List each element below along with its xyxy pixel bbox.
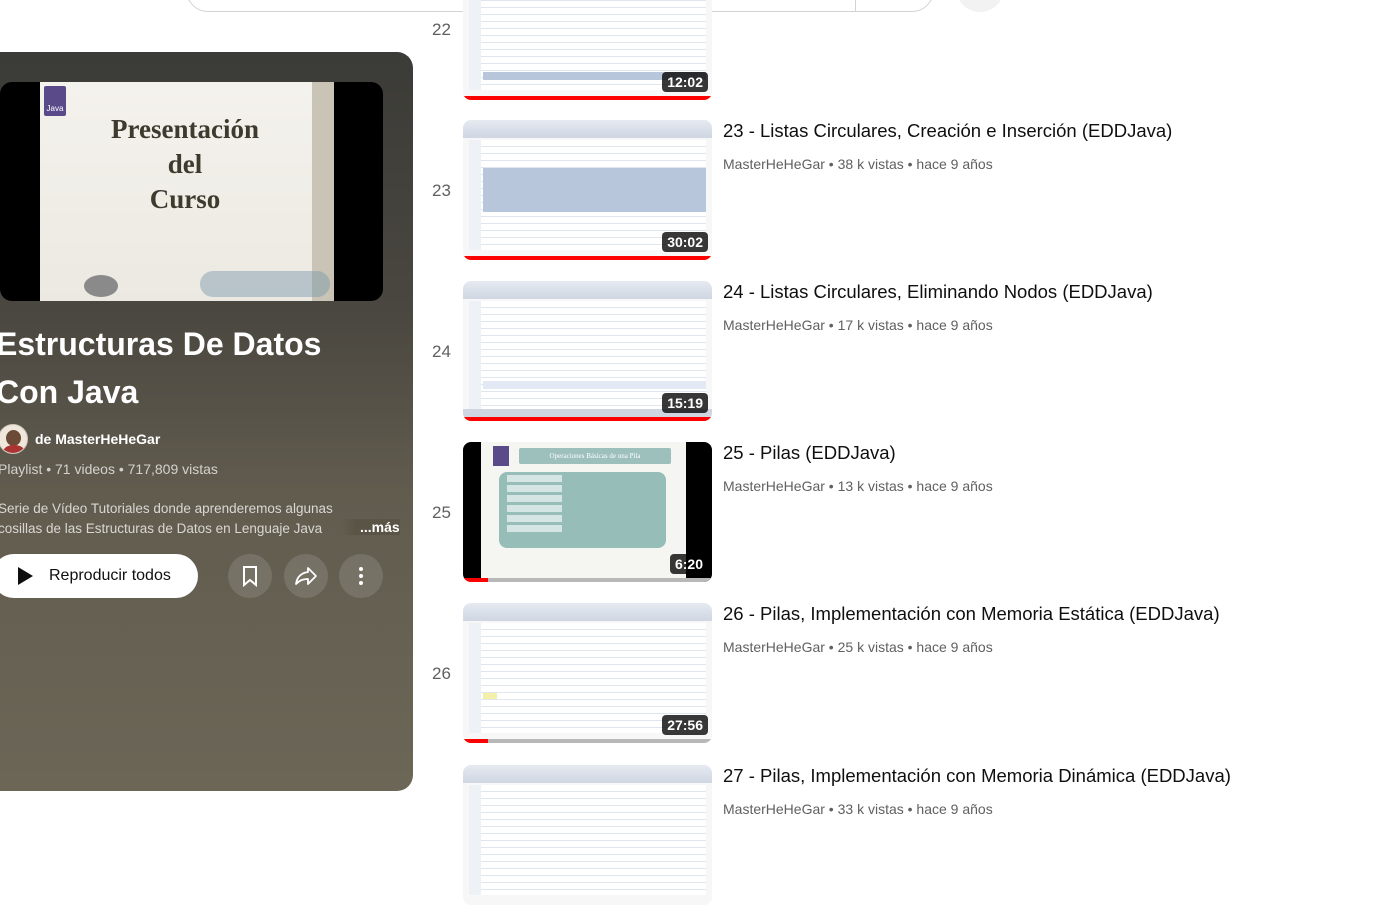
video-meta: MasterHeHeGar • 25 k vistas • hace 9 año… [723, 639, 993, 655]
java-logo-icon [493, 446, 509, 466]
ide-toolbar [463, 281, 712, 299]
ide-toolbar [463, 603, 712, 621]
video-duration: 6:20 [669, 554, 708, 574]
code-gutter [469, 0, 481, 90]
slide-list-box [499, 472, 666, 548]
more-vert-icon [359, 567, 363, 585]
playlist-video-row[interactable]: 27 - Pilas, Implementación con Memoria D… [420, 765, 1380, 907]
thumbnail-side-bar [312, 82, 334, 301]
video-stats: 13 k vistas • hace 9 años [837, 478, 993, 494]
video-title[interactable]: 27 - Pilas, Implementación con Memoria D… [723, 765, 1231, 787]
list-line [507, 505, 562, 512]
code-gutter [469, 140, 481, 250]
video-title[interactable]: 25 - Pilas (EDDJava) [723, 442, 896, 464]
video-thumbnail[interactable]: 30:02 [463, 120, 712, 260]
channel-name[interactable]: MasterHeHeGar [723, 317, 825, 333]
list-line [507, 475, 562, 482]
seal-icon [84, 275, 118, 297]
video-stats: 17 k vistas • hace 9 años [837, 317, 993, 333]
owner-name[interactable]: de MasterHeHeGar [35, 431, 160, 447]
playlist-video-row[interactable]: 24 15:19 24 - Listas Circulares, Elimina… [420, 281, 1380, 423]
watch-progress-track [463, 578, 712, 582]
share-icon [295, 567, 317, 585]
watch-progress [463, 739, 488, 743]
share-button[interactable] [284, 554, 328, 598]
highlighted-line [483, 381, 706, 389]
java-logo-icon: Java [44, 86, 66, 116]
watch-progress [463, 256, 712, 260]
list-line [507, 515, 562, 522]
channel-name[interactable]: MasterHeHeGar [723, 478, 825, 494]
channel-name[interactable]: MasterHeHeGar [723, 156, 825, 172]
video-index: 25 [432, 503, 451, 522]
channel-name[interactable]: MasterHeHeGar [723, 639, 825, 655]
watch-progress [463, 417, 712, 421]
playlist-thumbnail[interactable]: Java Presentación del Curso [0, 82, 383, 301]
slide-header: Operaciones Básicas de una Pila [519, 448, 671, 464]
save-playlist-button[interactable] [228, 554, 272, 598]
watch-progress [463, 96, 712, 100]
playlist-header-panel: Java Presentación del Curso Estructuras … [0, 52, 413, 791]
description-more-link[interactable]: ...más [342, 519, 400, 535]
video-thumbnail[interactable]: 27:56 [463, 603, 712, 743]
watch-progress [463, 578, 488, 582]
video-index: 26 [432, 664, 451, 683]
play-icon [18, 567, 33, 585]
video-meta: MasterHeHeGar • 38 k vistas • hace 9 año… [723, 156, 993, 172]
thumbnail-slide: Java Presentación del Curso [40, 82, 334, 301]
highlighted-line [483, 168, 706, 212]
playlist-owner[interactable]: de MasterHeHeGar [0, 424, 160, 454]
video-title[interactable]: 23 - Listas Circulares, Creación e Inser… [723, 120, 1172, 142]
code-gutter [469, 301, 481, 411]
play-all-button[interactable]: Reproducir todos [0, 554, 198, 598]
ide-toolbar [463, 765, 712, 783]
code-gutter [469, 785, 481, 895]
playlist-meta: Playlist • 71 videos • 717,809 vistas [0, 461, 218, 477]
playlist-video-row[interactable]: 25 Operaciones Básicas de una Pila 6:20 … [420, 442, 1380, 584]
video-index: 23 [432, 181, 451, 200]
video-duration: 27:56 [662, 715, 708, 735]
video-index: 24 [432, 342, 451, 361]
video-stats: 38 k vistas • hace 9 años [837, 156, 993, 172]
thumbnail-slide: Operaciones Básicas de una Pila [481, 442, 686, 578]
code-gutter [469, 623, 481, 733]
thumbnail-slide-title: Presentación del Curso [111, 114, 259, 214]
list-line [507, 495, 562, 502]
play-all-label: Reproducir todos [49, 567, 171, 584]
video-stats: 33 k vistas • hace 9 años [837, 801, 993, 817]
video-meta: MasterHeHeGar • 13 k vistas • hace 9 año… [723, 478, 993, 494]
watch-progress-track [463, 739, 712, 743]
avatar[interactable] [0, 424, 28, 454]
video-title[interactable]: 24 - Listas Circulares, Eliminando Nodos… [723, 281, 1153, 303]
video-thumbnail[interactable] [463, 765, 712, 905]
channel-name[interactable]: MasterHeHeGar [723, 801, 825, 817]
code-editor [469, 785, 706, 895]
video-thumbnail[interactable]: 15:19 [463, 281, 712, 421]
video-thumbnail[interactable]: 12:02 [463, 0, 712, 100]
list-line [507, 485, 562, 492]
video-meta: MasterHeHeGar • 33 k vistas • hace 9 año… [723, 801, 993, 817]
video-meta: MasterHeHeGar • 17 k vistas • hace 9 año… [723, 317, 993, 333]
list-line [507, 525, 562, 532]
video-index: 22 [432, 20, 451, 39]
video-thumbnail[interactable]: Operaciones Básicas de una Pila 6:20 [463, 442, 712, 582]
bookmark-icon [243, 566, 257, 587]
video-duration: 12:02 [662, 72, 708, 92]
video-duration: 30:02 [662, 232, 708, 252]
playlist-title: Estructuras De Datos Con Java [0, 326, 322, 410]
more-actions-button[interactable] [339, 554, 383, 598]
video-duration: 15:19 [662, 393, 708, 413]
video-stats: 25 k vistas • hace 9 años [837, 639, 993, 655]
playlist-description: Serie de Vídeo Tutoriales donde aprender… [0, 501, 333, 536]
highlighted-line [483, 693, 497, 699]
channel-watermark-icon [200, 271, 330, 297]
ide-toolbar [463, 120, 712, 138]
playlist-video-row[interactable]: 22 12:02 [420, 0, 1380, 102]
video-title[interactable]: 26 - Pilas, Implementación con Memoria E… [723, 603, 1220, 625]
playlist-video-row[interactable]: 26 27:56 26 - Pilas, Implementación con … [420, 603, 1380, 745]
playlist-video-row[interactable]: 23 30:02 23 - Listas Circulares, Creació… [420, 120, 1380, 262]
